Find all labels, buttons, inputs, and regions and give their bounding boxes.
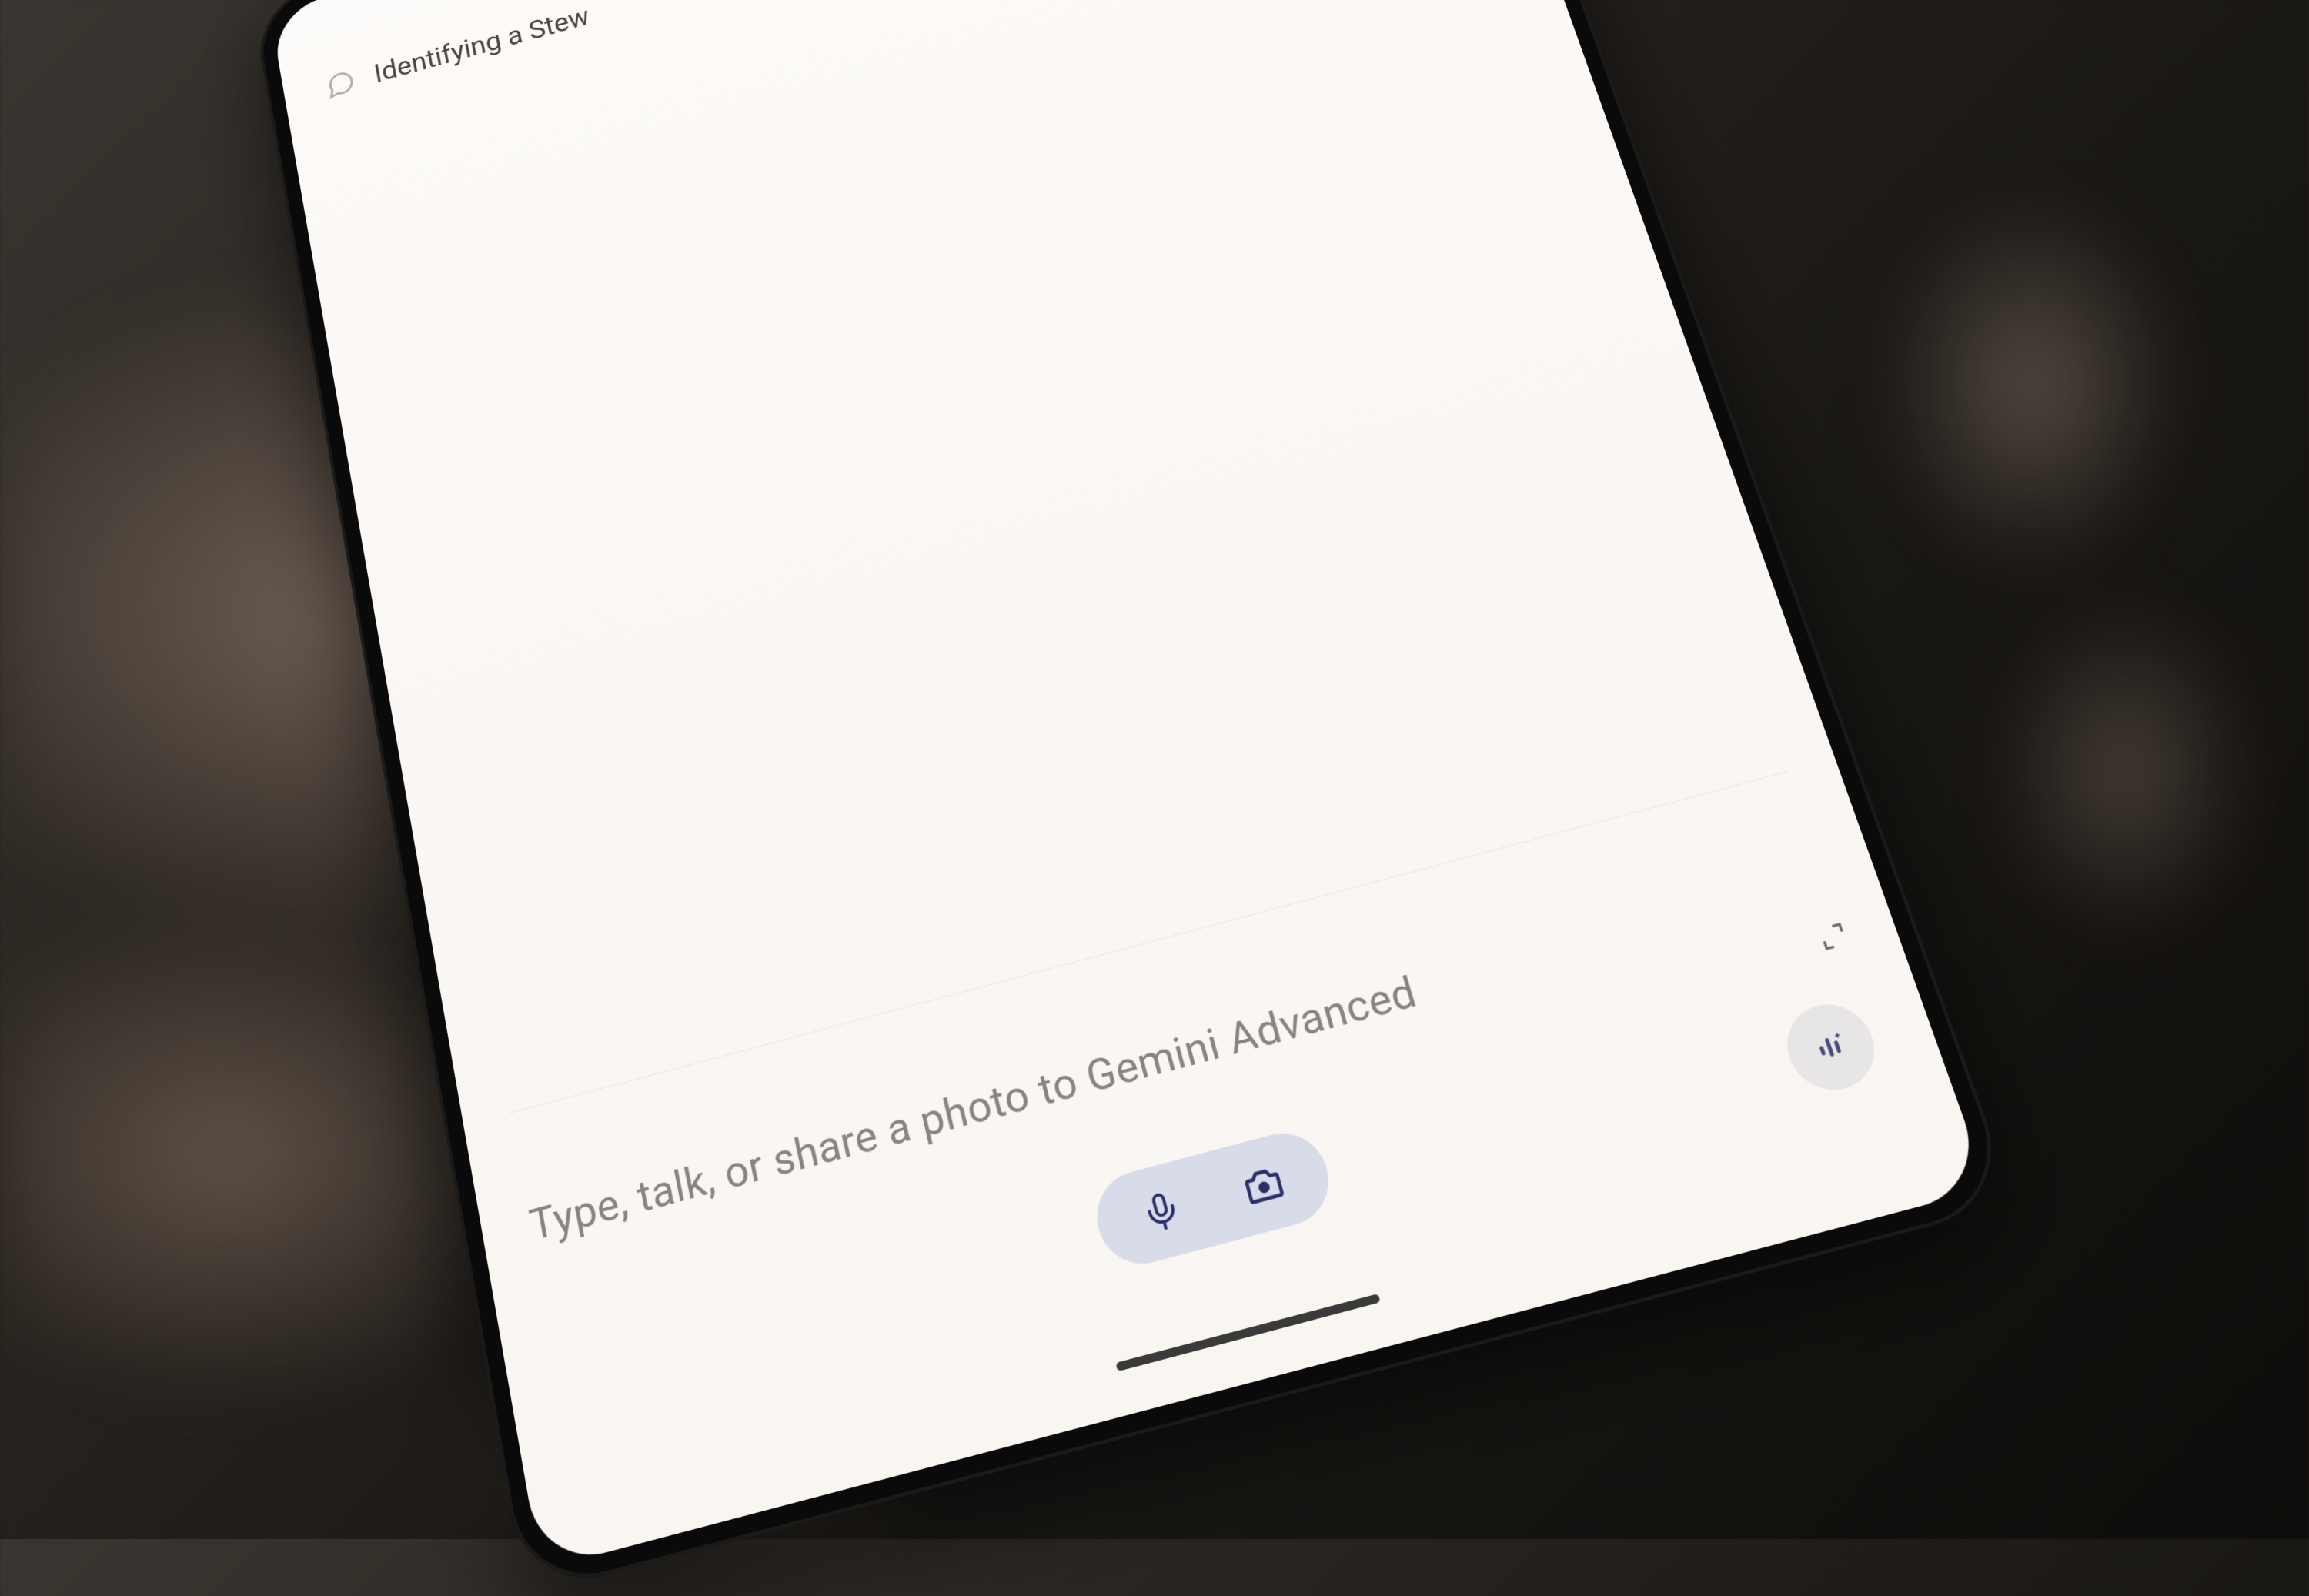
expand-icon [1813, 918, 1853, 954]
action-pill [1088, 1124, 1339, 1274]
mic-button[interactable] [1133, 1183, 1190, 1241]
expand-button[interactable] [1807, 912, 1860, 960]
home-indicator[interactable] [1115, 1294, 1381, 1371]
chat-icon [323, 66, 358, 101]
sparkle-icon [1806, 1024, 1855, 1070]
history-list: a Travel right now? Identifying a Stew [270, 0, 1495, 137]
camera-icon [1238, 1159, 1289, 1211]
camera-button[interactable] [1235, 1156, 1292, 1214]
history-item[interactable]: Identifying a Stew [321, 0, 1449, 113]
history-item-label: Identifying a Stew [372, 2, 592, 89]
microphone-icon [1137, 1187, 1186, 1237]
